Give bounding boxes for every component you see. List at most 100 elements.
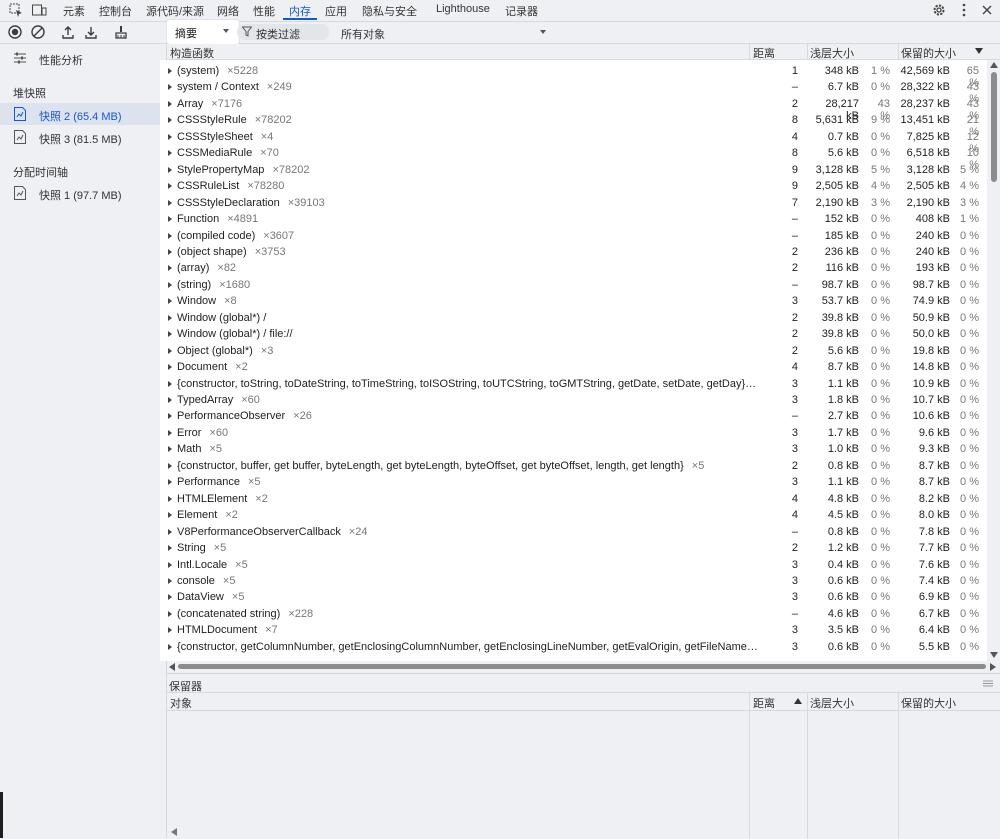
expand-triangle-icon[interactable] — [168, 216, 172, 223]
table-row[interactable]: TypedArray ×60 3 1.8 kB 0 % 10.7 kB 0 % — [160, 392, 987, 409]
tab-sources[interactable]: 源代码/来源 — [146, 3, 204, 19]
scroll-up-icon[interactable] — [990, 62, 998, 68]
expand-triangle-icon[interactable] — [168, 495, 172, 502]
table-row[interactable]: CSSRuleList ×78280 9 2,505 kB 4 % 2,505 kB 4 % — [160, 178, 987, 195]
table-row[interactable]: {constructor, buffer, get buffer, byteLe… — [160, 458, 987, 475]
expand-triangle-icon[interactable] — [168, 545, 172, 552]
vertical-scroll-thumb[interactable] — [991, 72, 997, 182]
expand-triangle-icon[interactable] — [168, 166, 172, 173]
table-row[interactable]: Window ×8 3 53.7 kB 0 % 74.9 kB 0 % — [160, 293, 987, 310]
table-row[interactable]: PerformanceObserver ×26 – 2.7 kB 0 % 10.6 kB 0… — [160, 408, 987, 425]
expand-triangle-icon[interactable] — [168, 281, 172, 288]
expand-triangle-icon[interactable] — [168, 643, 172, 650]
sidebar-item-snapshot-1[interactable]: 快照 1 (97.7 MB) — [0, 182, 165, 204]
tab-application[interactable]: 应用 — [325, 3, 347, 19]
expand-triangle-icon[interactable] — [168, 512, 172, 519]
expand-triangle-icon[interactable] — [168, 117, 172, 124]
table-row[interactable]: Document ×2 4 8.7 kB 0 % 14.8 kB 0 % — [160, 359, 987, 376]
table-row[interactable]: CSSStyleRule ×78202 8 5,631 kB 9 % 13,451 kB 2… — [160, 112, 987, 138]
sidebar-item-profiles[interactable]: 性能分析 — [0, 47, 165, 69]
table-row[interactable]: HTMLDocument ×7 3 3.5 kB 0 % 6.4 kB 0 % — [160, 622, 987, 639]
table-row[interactable]: Object (global*) ×3 2 5.6 kB 0 % 19.8 kB 0 % — [160, 343, 987, 360]
vertical-scrollbar[interactable] — [988, 60, 1000, 661]
scroll-down-icon[interactable] — [990, 652, 998, 658]
table-row[interactable]: Intl.Locale ×5 3 0.4 kB 0 % 7.6 kB 0 % — [160, 557, 987, 574]
table-row[interactable]: (compiled code) ×3607 – 185 kB 0 % 240 kB 0 % — [160, 228, 987, 245]
expand-triangle-icon[interactable] — [168, 627, 172, 634]
table-row[interactable]: (object shape) ×3753 2 236 kB 0 % 240 kB 0 % — [160, 244, 987, 261]
table-row[interactable]: HTMLElement ×2 4 4.8 kB 0 % 8.2 kB 0 % — [160, 491, 987, 508]
expand-triangle-icon[interactable] — [168, 248, 172, 255]
clear-profiles-icon[interactable] — [30, 24, 46, 40]
table-row[interactable]: Performance ×5 3 1.1 kB 0 % 8.7 kB 0 % — [160, 474, 987, 491]
tab-memory[interactable]: 内存 — [289, 3, 311, 19]
scroll-left-icon[interactable] — [169, 663, 175, 671]
table-row[interactable]: String ×5 2 1.2 kB 0 % 7.7 kB 0 % — [160, 540, 987, 557]
table-row[interactable]: Array ×7176 2 28,217 kB 43 % 28,237 kB 43 % — [160, 96, 987, 122]
table-row[interactable]: system / Context ×249–6.7 kB 0 % 28,322 kB 4… — [160, 79, 987, 105]
header-shallow-size[interactable]: 浅层大小 — [810, 695, 854, 711]
header-distance[interactable]: 距离 — [753, 695, 775, 711]
tab-performance[interactable]: 性能 — [253, 3, 275, 19]
column-divider[interactable] — [749, 692, 750, 839]
table-row[interactable]: (system) ×5228 1 348 kB 1 % 42,569 kB 65 % — [160, 63, 987, 89]
tab-privacy-security[interactable]: 隐私与安全 — [362, 3, 417, 19]
expand-triangle-icon[interactable] — [168, 100, 172, 107]
header-retained-size[interactable]: 保留的大小 — [901, 45, 956, 61]
header-object[interactable]: 对象 — [170, 695, 192, 711]
expand-triangle-icon[interactable] — [168, 232, 172, 239]
table-row[interactable]: (concatenated string) ×228 – 4.6 kB 0 % 6.7 k… — [160, 606, 987, 623]
record-heap-icon[interactable] — [7, 24, 23, 40]
class-filter-input[interactable]: 按类过滤 — [237, 24, 329, 41]
save-profile-icon[interactable] — [83, 24, 99, 40]
drag-handle-icon[interactable] — [983, 680, 993, 687]
table-row[interactable]: Window (global*) / file:// 2 39.8 kB 0 % 50.… — [160, 326, 987, 343]
table-row[interactable]: DataView ×5 3 0.6 kB 0 % 6.9 kB 0 % — [160, 589, 987, 606]
expand-triangle-icon[interactable] — [168, 84, 172, 91]
header-constructor[interactable]: 构造函数 — [170, 45, 214, 61]
expand-triangle-icon[interactable] — [168, 429, 172, 436]
table-row[interactable]: Window (global*) / 2 39.8 kB 0 % 50.9 kB 0 % — [160, 310, 987, 327]
header-shallow-size[interactable]: 浅层大小 — [810, 45, 854, 61]
column-divider[interactable] — [807, 692, 808, 839]
device-toolbar-icon[interactable] — [31, 2, 47, 18]
header-retained-size[interactable]: 保留的大小 — [901, 695, 956, 711]
scroll-right-icon[interactable] — [990, 663, 996, 671]
expand-triangle-icon[interactable] — [168, 577, 172, 584]
expand-triangle-icon[interactable] — [168, 397, 172, 403]
table-row[interactable]: Function ×4891 – 152 kB 0 % 408 kB 1 % — [160, 211, 987, 228]
more-options-icon[interactable] — [956, 2, 972, 18]
tab-lighthouse[interactable]: Lighthouse — [436, 3, 490, 15]
tab-recorder[interactable]: 记录器 — [505, 3, 538, 19]
expand-triangle-icon[interactable] — [168, 561, 172, 568]
expand-triangle-icon[interactable] — [168, 594, 172, 601]
table-row[interactable]: {constructor, toString, toDateString, to… — [160, 376, 987, 393]
table-row[interactable]: console ×5 3 0.6 kB 0 % 7.4 kB 0 % — [160, 573, 987, 590]
horizontal-scroll-thumb[interactable] — [178, 664, 986, 669]
expand-triangle-icon[interactable] — [168, 610, 172, 617]
table-row[interactable]: StylePropertyMap ×78202 9 3,128 kB 5 % 3,128 … — [160, 162, 987, 179]
table-row[interactable]: Error ×60 3 1.7 kB 0 % 9.6 kB 0 % — [160, 425, 987, 442]
inspect-element-icon[interactable] — [8, 2, 24, 18]
sidebar-item-snapshot-3[interactable]: 快照 3 (81.5 MB) — [0, 126, 165, 148]
expand-triangle-icon[interactable] — [168, 347, 172, 354]
load-profile-icon[interactable] — [60, 24, 76, 40]
column-divider[interactable] — [898, 692, 899, 839]
sidebar-item-snapshot-2[interactable]: 快照 2 (65.4 MB) — [0, 103, 165, 125]
close-devtools-icon[interactable] — [979, 2, 995, 18]
chevron-down-icon[interactable] — [540, 30, 546, 34]
expand-triangle-icon[interactable] — [168, 364, 172, 371]
expand-triangle-icon[interactable] — [168, 462, 172, 469]
tab-elements[interactable]: 元素 — [63, 3, 85, 19]
horizontal-scrollbar[interactable] — [167, 661, 1000, 672]
table-row[interactable]: Element ×2 4 4.5 kB 0 % 8.0 kB 0 % — [160, 507, 987, 524]
expand-triangle-icon[interactable] — [168, 331, 172, 338]
table-row[interactable]: (string) ×1680 – 98.7 kB 0 % 98.7 kB 0 % — [160, 277, 987, 294]
scroll-left-icon[interactable] — [171, 828, 177, 836]
table-row[interactable]: CSSStyleDeclaration ×39103 7 2,190 kB 3 % 2,1… — [160, 195, 987, 212]
table-row[interactable]: Math ×5 3 1.0 kB 0 % 9.3 kB 0 % — [160, 441, 987, 458]
objects-filter-select[interactable]: 所有对象 — [341, 26, 385, 42]
expand-triangle-icon[interactable] — [168, 183, 172, 190]
table-row[interactable]: CSSMediaRule ×70 8 5.6 kB 0 % 6,518 kB 10 % — [160, 145, 987, 171]
header-distance[interactable]: 距离 — [753, 45, 775, 61]
